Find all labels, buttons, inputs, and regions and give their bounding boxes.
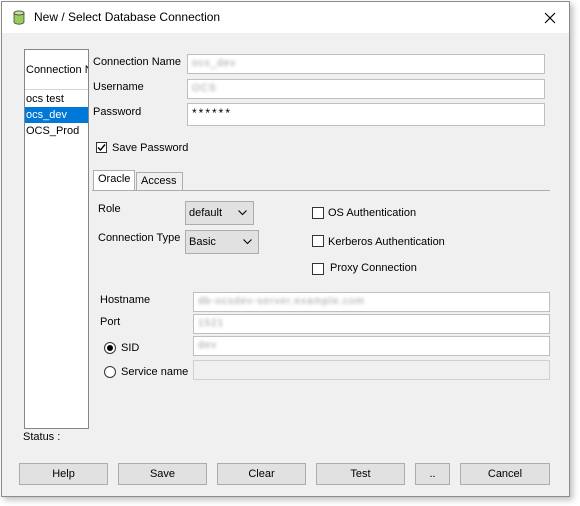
clear-button[interactable]: Clear (217, 463, 306, 485)
role-select[interactable]: default (185, 201, 254, 225)
tab-oracle[interactable]: Oracle (93, 170, 135, 190)
sid-input[interactable]: dev (193, 336, 550, 356)
sid-label[interactable]: SID (121, 342, 139, 354)
username-label: Username (93, 81, 144, 93)
role-label: Role (98, 203, 121, 215)
test-button[interactable]: Test (316, 463, 405, 485)
help-button[interactable]: Help (19, 463, 108, 485)
save-password-label[interactable]: Save Password (112, 142, 188, 154)
proxy-connection-checkbox[interactable] (312, 263, 324, 275)
connection-item-ocs-prod[interactable]: OCS_Prod (25, 123, 88, 139)
hostname-label: Hostname (100, 294, 151, 306)
connection-item-ocs-test[interactable]: ocs test (25, 91, 88, 107)
save-button[interactable]: Save (118, 463, 207, 485)
tab-divider (92, 190, 550, 191)
connection-type-label: Connection Type (98, 232, 181, 244)
proxy-connection-label[interactable]: Proxy Connection (330, 262, 417, 274)
os-authentication-checkbox[interactable] (312, 207, 324, 219)
close-button[interactable] (531, 2, 569, 33)
connection-list[interactable]: Connection Name ocs test ocs_dev OCS_Pro… (24, 49, 89, 429)
hostname-input[interactable]: db-ocsdev-server.example.com (193, 292, 550, 312)
close-icon (544, 12, 556, 23)
password-label: Password (93, 106, 142, 118)
port-input[interactable]: 1521 (193, 314, 550, 334)
save-password-checkbox[interactable] (96, 142, 107, 153)
connection-name-label: Connection Name (93, 56, 182, 68)
checkmark-icon (97, 144, 106, 152)
connection-item-ocs-dev[interactable]: ocs_dev (25, 107, 88, 123)
radio-selected-dot (107, 345, 113, 351)
service-name-radio[interactable] (104, 366, 116, 378)
more-button[interactable]: .. (415, 463, 450, 485)
service-name-input[interactable] (193, 360, 550, 380)
tab-access[interactable]: Access (136, 172, 183, 190)
kerberos-authentication-checkbox[interactable] (312, 235, 324, 247)
port-label: Port (100, 316, 121, 328)
title-bar: New / Select Database Connection (2, 2, 569, 33)
service-name-label[interactable]: Service name (121, 366, 188, 378)
username-input[interactable]: OCS (187, 79, 545, 99)
dialog-window: New / Select Database Connection Connect… (1, 1, 570, 497)
chevron-down-icon (243, 239, 252, 245)
window-title: New / Select Database Connection (34, 10, 221, 24)
database-icon (12, 10, 26, 26)
connection-type-select[interactable]: Basic (185, 230, 259, 254)
chevron-down-icon (238, 210, 247, 216)
cancel-button[interactable]: Cancel (460, 463, 550, 485)
password-input[interactable]: ****** (187, 103, 545, 126)
kerberos-authentication-label[interactable]: Kerberos Authentication (328, 236, 445, 248)
connection-name-input[interactable]: ocs_dev (187, 54, 545, 74)
sid-radio[interactable] (104, 342, 116, 354)
status-label: Status : (23, 431, 61, 443)
connection-list-header[interactable]: Connection Name (25, 50, 88, 90)
os-authentication-label[interactable]: OS Authentication (328, 207, 416, 219)
